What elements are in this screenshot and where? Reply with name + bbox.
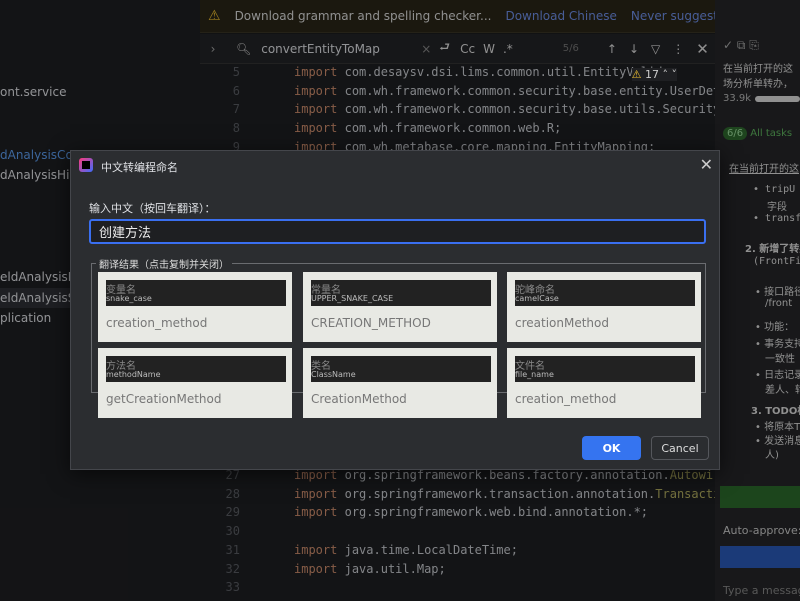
result-card[interactable]: 常量名 UPPER_SNAKE_CASE CREATION_METHOD <box>303 272 497 342</box>
card-value: CreationMethod <box>311 392 407 406</box>
card-style-label: UPPER_SNAKE_CASE <box>311 294 394 303</box>
card-style-label: ClassName <box>311 370 356 379</box>
result-card[interactable]: 变量名 snake_case creation_method <box>98 272 292 342</box>
result-card[interactable]: 驼峰命名 camelCase creationMethod <box>507 272 701 342</box>
result-card[interactable]: 方法名 methodName getCreationMethod <box>98 348 292 418</box>
card-header: 文件名 file_name <box>515 356 695 382</box>
app-logo-icon <box>79 158 93 172</box>
results-group: 翻译结果（点击复制并关闭） 变量名 snake_case creation_meth… <box>91 256 706 418</box>
card-header: 驼峰命名 camelCase <box>515 280 695 306</box>
card-value: getCreationMethod <box>106 392 222 406</box>
card-value: creation_method <box>515 392 617 406</box>
chinese-input[interactable] <box>89 219 706 244</box>
card-style-label: snake_case <box>106 294 152 303</box>
warning-count: 17 <box>645 68 659 81</box>
group-label: 翻译结果（点击复制并关闭） <box>96 256 232 271</box>
ok-button[interactable]: OK <box>582 436 641 460</box>
dialog-title: 中文转编程命名 <box>101 161 178 174</box>
card-style-label: camelCase <box>515 294 559 303</box>
card-header: 变量名 snake_case <box>106 280 286 306</box>
card-header: 方法名 methodName <box>106 356 286 382</box>
card-value: creation_method <box>106 316 208 330</box>
card-header: 常量名 UPPER_SNAKE_CASE <box>311 280 491 306</box>
card-style-label: methodName <box>106 370 161 379</box>
result-card[interactable]: 类名 ClassName CreationMethod <box>303 348 497 418</box>
card-header: 类名 ClassName <box>311 356 491 382</box>
warnings-indicator[interactable]: ⚠ 17 ˄ ˅ <box>631 68 677 81</box>
naming-dialog: 中文转编程命名 ✕ 输入中文（按回车翻译）： 翻译结果（点击复制并关闭） 变量名… <box>70 150 720 470</box>
result-card[interactable]: 文件名 file_name creation_method <box>507 348 701 418</box>
card-value: creationMethod <box>515 316 609 330</box>
warning-icon: ⚠ <box>631 68 642 81</box>
cancel-button[interactable]: Cancel <box>651 436 709 460</box>
card-style-label: file_name <box>515 370 554 379</box>
card-value: CREATION_METHOD <box>311 316 431 330</box>
close-icon[interactable]: ✕ <box>700 155 713 174</box>
input-label: 输入中文（按回车翻译）： <box>89 202 216 215</box>
